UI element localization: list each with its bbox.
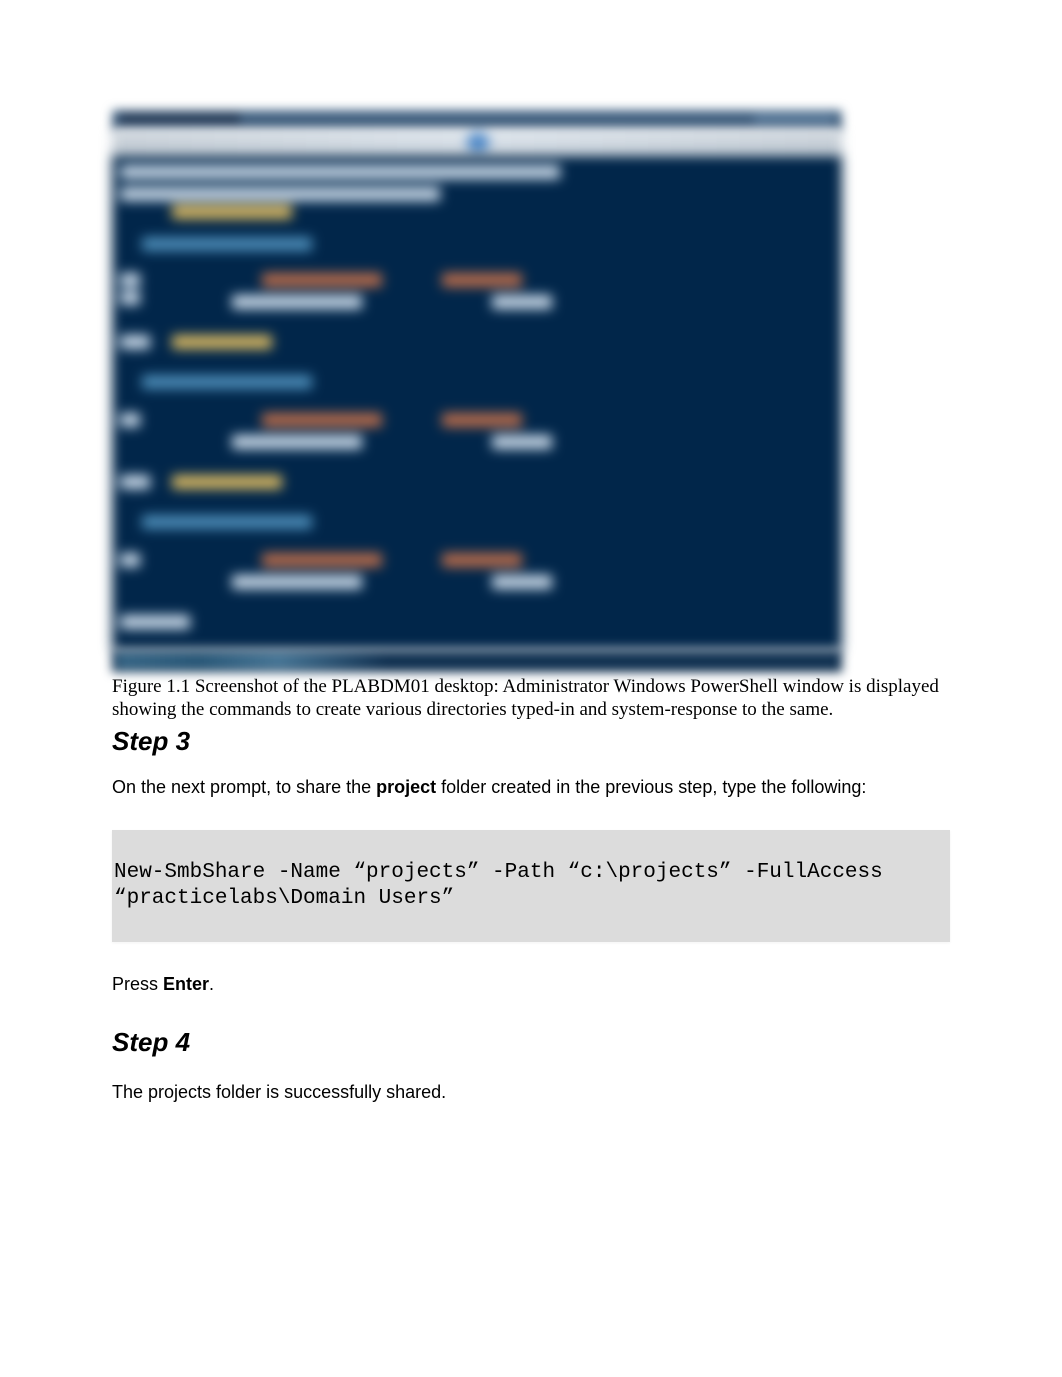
powershell-screenshot	[112, 110, 842, 672]
step-4-heading: Step 4	[112, 1027, 950, 1058]
press-bold: Enter	[163, 974, 209, 994]
step-4-text: The projects folder is successfully shar…	[112, 1080, 950, 1105]
step-3-heading: Step 3	[112, 726, 950, 757]
step-3-press: Press Enter.	[112, 972, 950, 997]
figure-caption: Figure 1.1 Screenshot of the PLABDM01 de…	[112, 676, 950, 722]
press-post: .	[209, 974, 214, 994]
step-3-intro-bold: project	[376, 777, 436, 797]
step-3-intro: On the next prompt, to share the project…	[112, 775, 950, 800]
step-3-intro-post: folder created in the previous step, typ…	[436, 777, 866, 797]
code-block: New-SmbShare -Name “projects” -Path “c:\…	[112, 830, 950, 943]
press-pre: Press	[112, 974, 163, 994]
step-3-intro-pre: On the next prompt, to share the	[112, 777, 376, 797]
